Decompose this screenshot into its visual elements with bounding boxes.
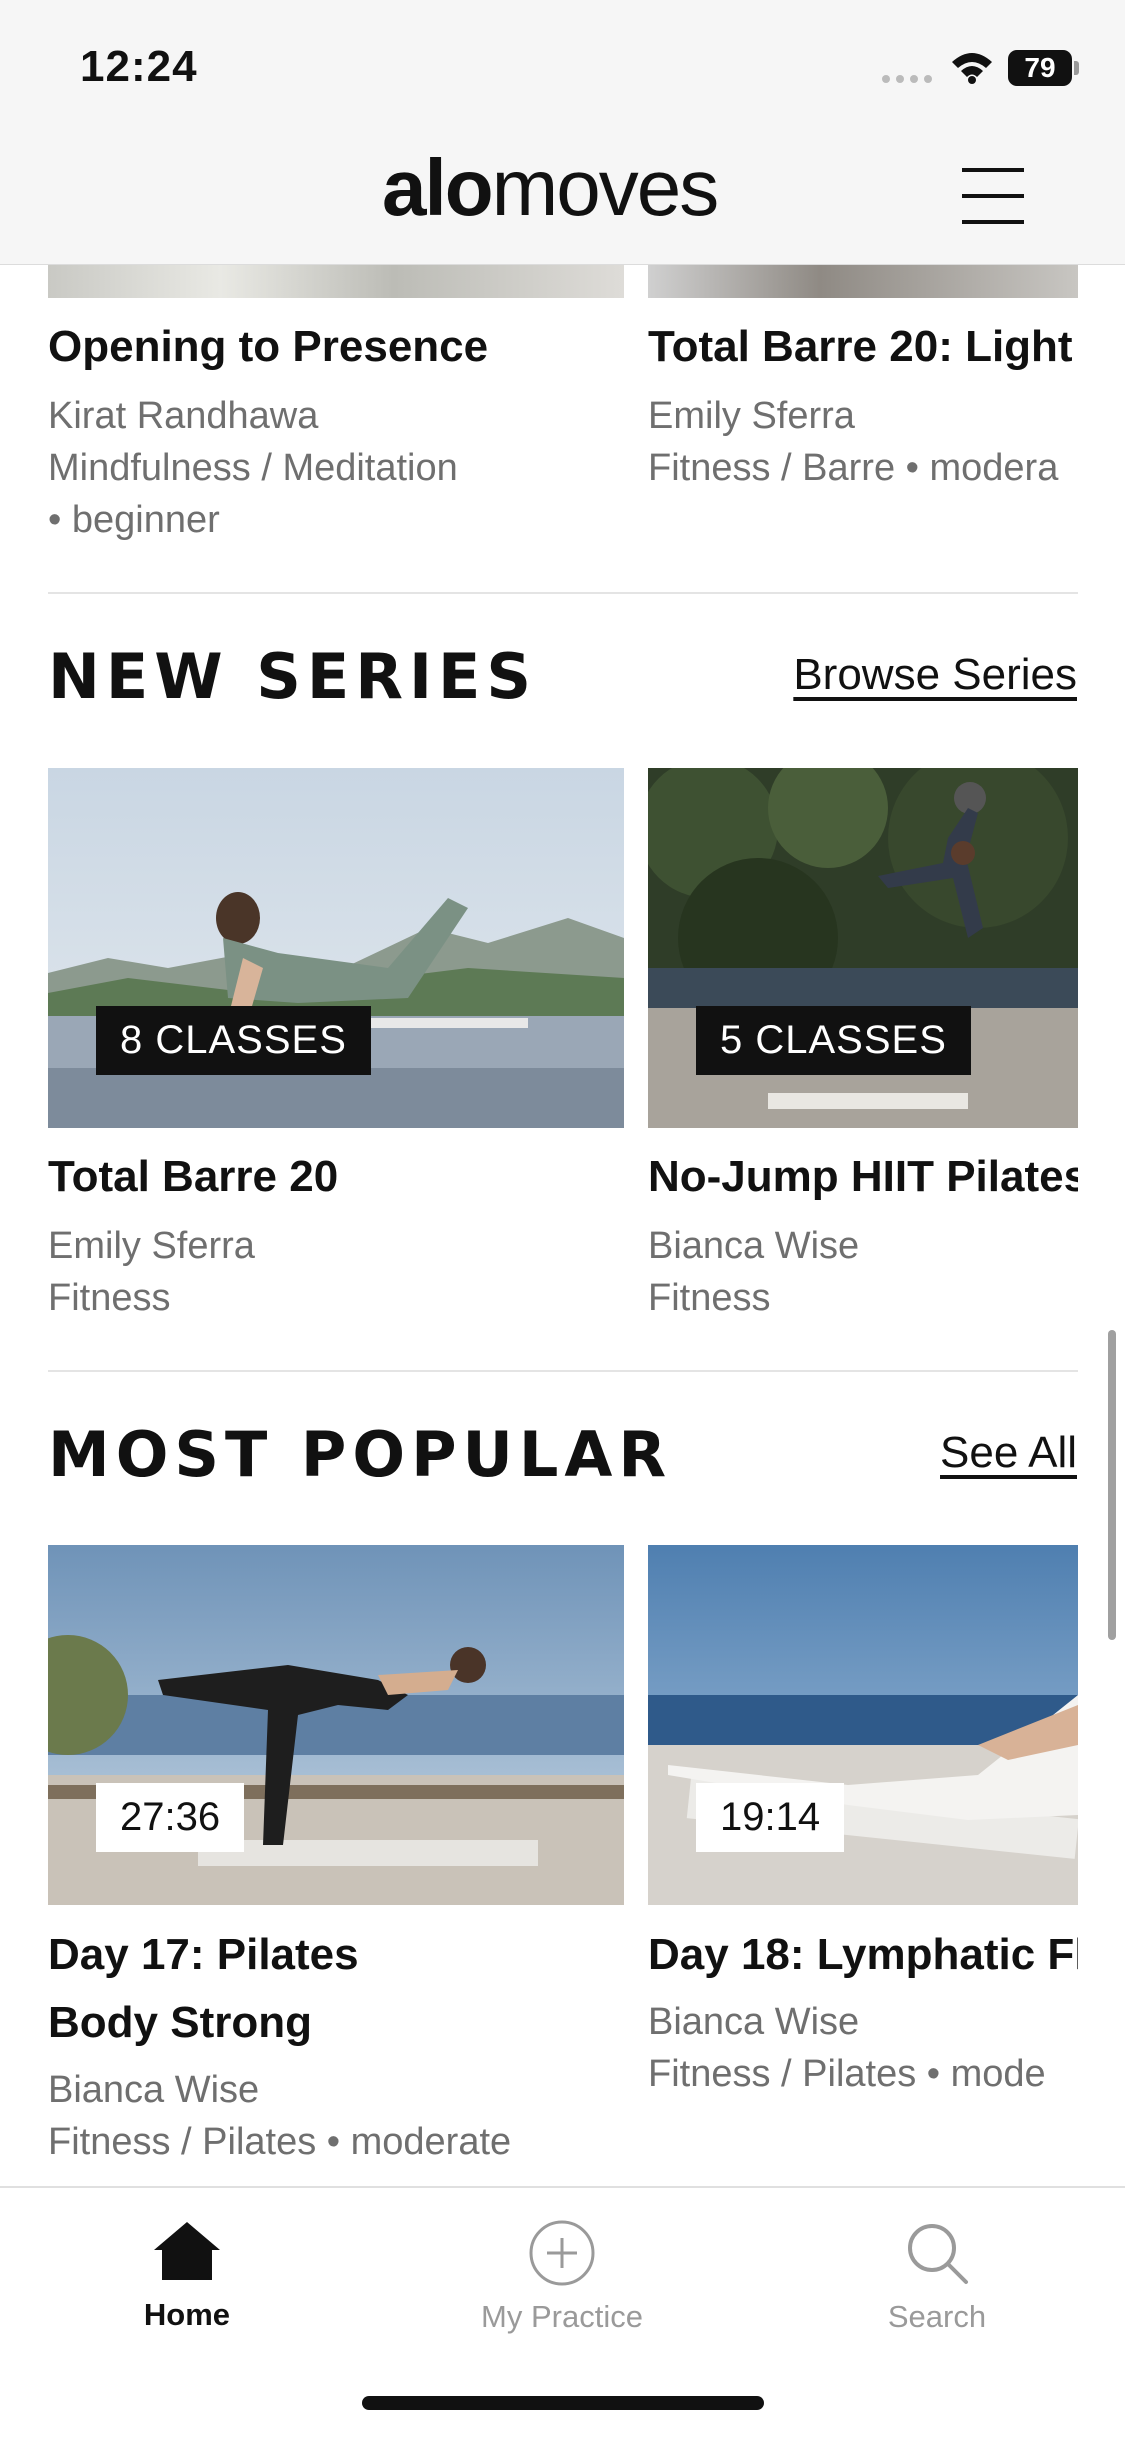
tab-search[interactable]: Search bbox=[787, 2218, 1087, 2335]
duration-badge: 27:36 bbox=[96, 1783, 245, 1852]
class-instructor: Bianca Wise bbox=[648, 2001, 860, 2043]
class-count-badge: 8 CLASSES bbox=[96, 1006, 371, 1075]
card-image-total-barre-light[interactable] bbox=[648, 264, 1078, 298]
home-indicator bbox=[362, 2396, 764, 2410]
tab-my-practice-label: My Practice bbox=[481, 2299, 643, 2334]
class-category: Fitness / Pilates • moderate bbox=[48, 2121, 512, 2163]
status-time: 12:24 bbox=[80, 42, 198, 91]
class-title-line1[interactable]: Day 18: Lymphatic Fl bbox=[648, 1930, 1078, 1980]
battery-icon: 79 bbox=[1008, 50, 1080, 86]
tab-my-practice[interactable]: My Practice bbox=[412, 2218, 712, 2335]
alo-moves-logo[interactable]: alomoves bbox=[382, 148, 719, 228]
battery-level: 79 bbox=[1008, 50, 1072, 86]
class-title-line1[interactable]: Day 17: Pilates bbox=[48, 1930, 624, 1980]
card-level: • beginner bbox=[48, 499, 220, 541]
series-card-image[interactable]: 5 CLASSES bbox=[648, 768, 1078, 1128]
tab-home-label: Home bbox=[143, 2297, 231, 2332]
class-title-line2[interactable]: Body Strong bbox=[48, 1998, 624, 2048]
series-card-image[interactable]: 8 CLASSES bbox=[48, 768, 624, 1128]
scrollbar[interactable] bbox=[1108, 1330, 1116, 1640]
class-category: Fitness / Pilates • mode bbox=[648, 2053, 1046, 2095]
class-instructor: Bianca Wise bbox=[48, 2069, 260, 2111]
tab-home[interactable]: Home bbox=[37, 2218, 337, 2333]
tab-search-label: Search bbox=[887, 2299, 987, 2334]
app-header: 12:24 79 alomoves bbox=[0, 0, 1125, 265]
card-image-opening-to-presence[interactable] bbox=[48, 264, 624, 298]
card-title[interactable]: Total Barre 20: Light bbox=[648, 322, 1078, 372]
series-title[interactable]: No-Jump HIIT Pilates bbox=[648, 1152, 1078, 1202]
series-instructor: Emily Sferra bbox=[48, 1225, 255, 1267]
home-icon bbox=[154, 2222, 220, 2280]
class-card-image[interactable]: 19:14 bbox=[648, 1545, 1078, 1905]
series-instructor: Bianca Wise bbox=[648, 1225, 860, 1267]
series-category: Fitness bbox=[48, 1277, 171, 1319]
hamburger-menu-icon[interactable] bbox=[962, 168, 1024, 224]
see-all-link[interactable]: See All bbox=[940, 1428, 1077, 1478]
new-series-heading: NEW SERIES bbox=[48, 640, 538, 713]
logo-moves: moves bbox=[491, 143, 720, 232]
series-title[interactable]: Total Barre 20 bbox=[48, 1152, 624, 1202]
cellular-signal-icon bbox=[882, 75, 932, 83]
class-count-badge: 5 CLASSES bbox=[696, 1006, 971, 1075]
section-divider bbox=[48, 592, 1078, 594]
series-category: Fitness bbox=[648, 1277, 771, 1319]
browse-series-link[interactable]: Browse Series bbox=[793, 650, 1077, 700]
search-icon bbox=[908, 2224, 968, 2284]
logo-alo: alo bbox=[382, 143, 494, 232]
card-instructor: Emily Sferra bbox=[648, 395, 855, 437]
card-category: Fitness / Barre • modera bbox=[648, 447, 1059, 489]
section-divider bbox=[48, 1370, 1078, 1372]
plus-circle-icon bbox=[529, 2220, 595, 2286]
card-category: Mindfulness / Meditation bbox=[48, 447, 458, 489]
class-card-image[interactable]: 27:36 bbox=[48, 1545, 624, 1905]
card-title[interactable]: Opening to Presence bbox=[48, 322, 624, 372]
most-popular-heading: MOST POPULAR bbox=[48, 1418, 673, 1491]
wifi-icon bbox=[952, 53, 992, 84]
duration-badge: 19:14 bbox=[696, 1783, 845, 1852]
card-instructor: Kirat Randhawa bbox=[48, 395, 319, 437]
